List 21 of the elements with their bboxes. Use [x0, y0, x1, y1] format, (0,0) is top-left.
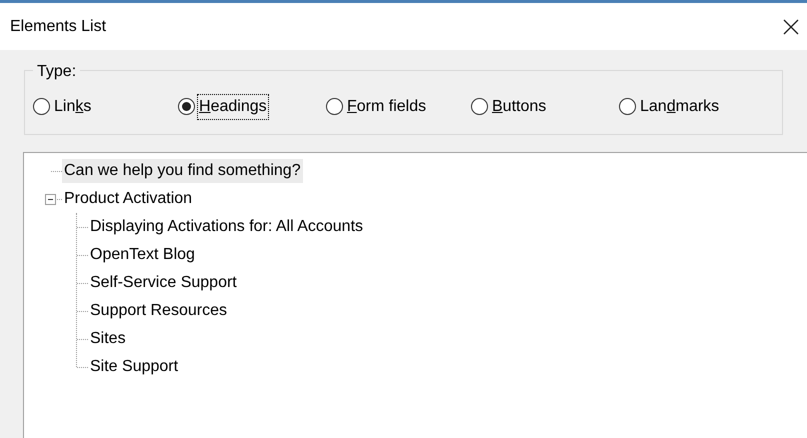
tree-item[interactable]: Can we help you find something? — [62, 159, 303, 183]
window-title: Elements List — [10, 16, 106, 36]
radio-button[interactable] — [178, 98, 195, 115]
radio-button[interactable] — [619, 98, 636, 115]
tree-item[interactable]: Self-Service Support — [88, 271, 239, 295]
radio-label[interactable]: Form fields — [346, 94, 428, 118]
tree-item[interactable]: Sites — [88, 327, 128, 351]
radio-button[interactable] — [471, 98, 488, 115]
radio-label[interactable]: Buttons — [491, 94, 548, 118]
tree-item[interactable]: Site Support — [88, 355, 180, 379]
collapse-icon[interactable] — [45, 194, 56, 205]
tree-item[interactable]: Support Resources — [88, 299, 229, 323]
tree-item[interactable]: Displaying Activations for: All Accounts — [88, 215, 366, 239]
radio-label[interactable]: Landmarks — [639, 94, 720, 118]
tree-item[interactable]: OpenText Blog — [88, 243, 197, 267]
radio-button[interactable] — [33, 98, 50, 115]
radio-button[interactable] — [326, 98, 343, 115]
radio-label[interactable]: Headings — [198, 94, 268, 118]
close-icon[interactable] — [783, 18, 799, 34]
radio-label[interactable]: Links — [53, 94, 92, 118]
tree-item[interactable]: Product Activation — [62, 187, 194, 211]
